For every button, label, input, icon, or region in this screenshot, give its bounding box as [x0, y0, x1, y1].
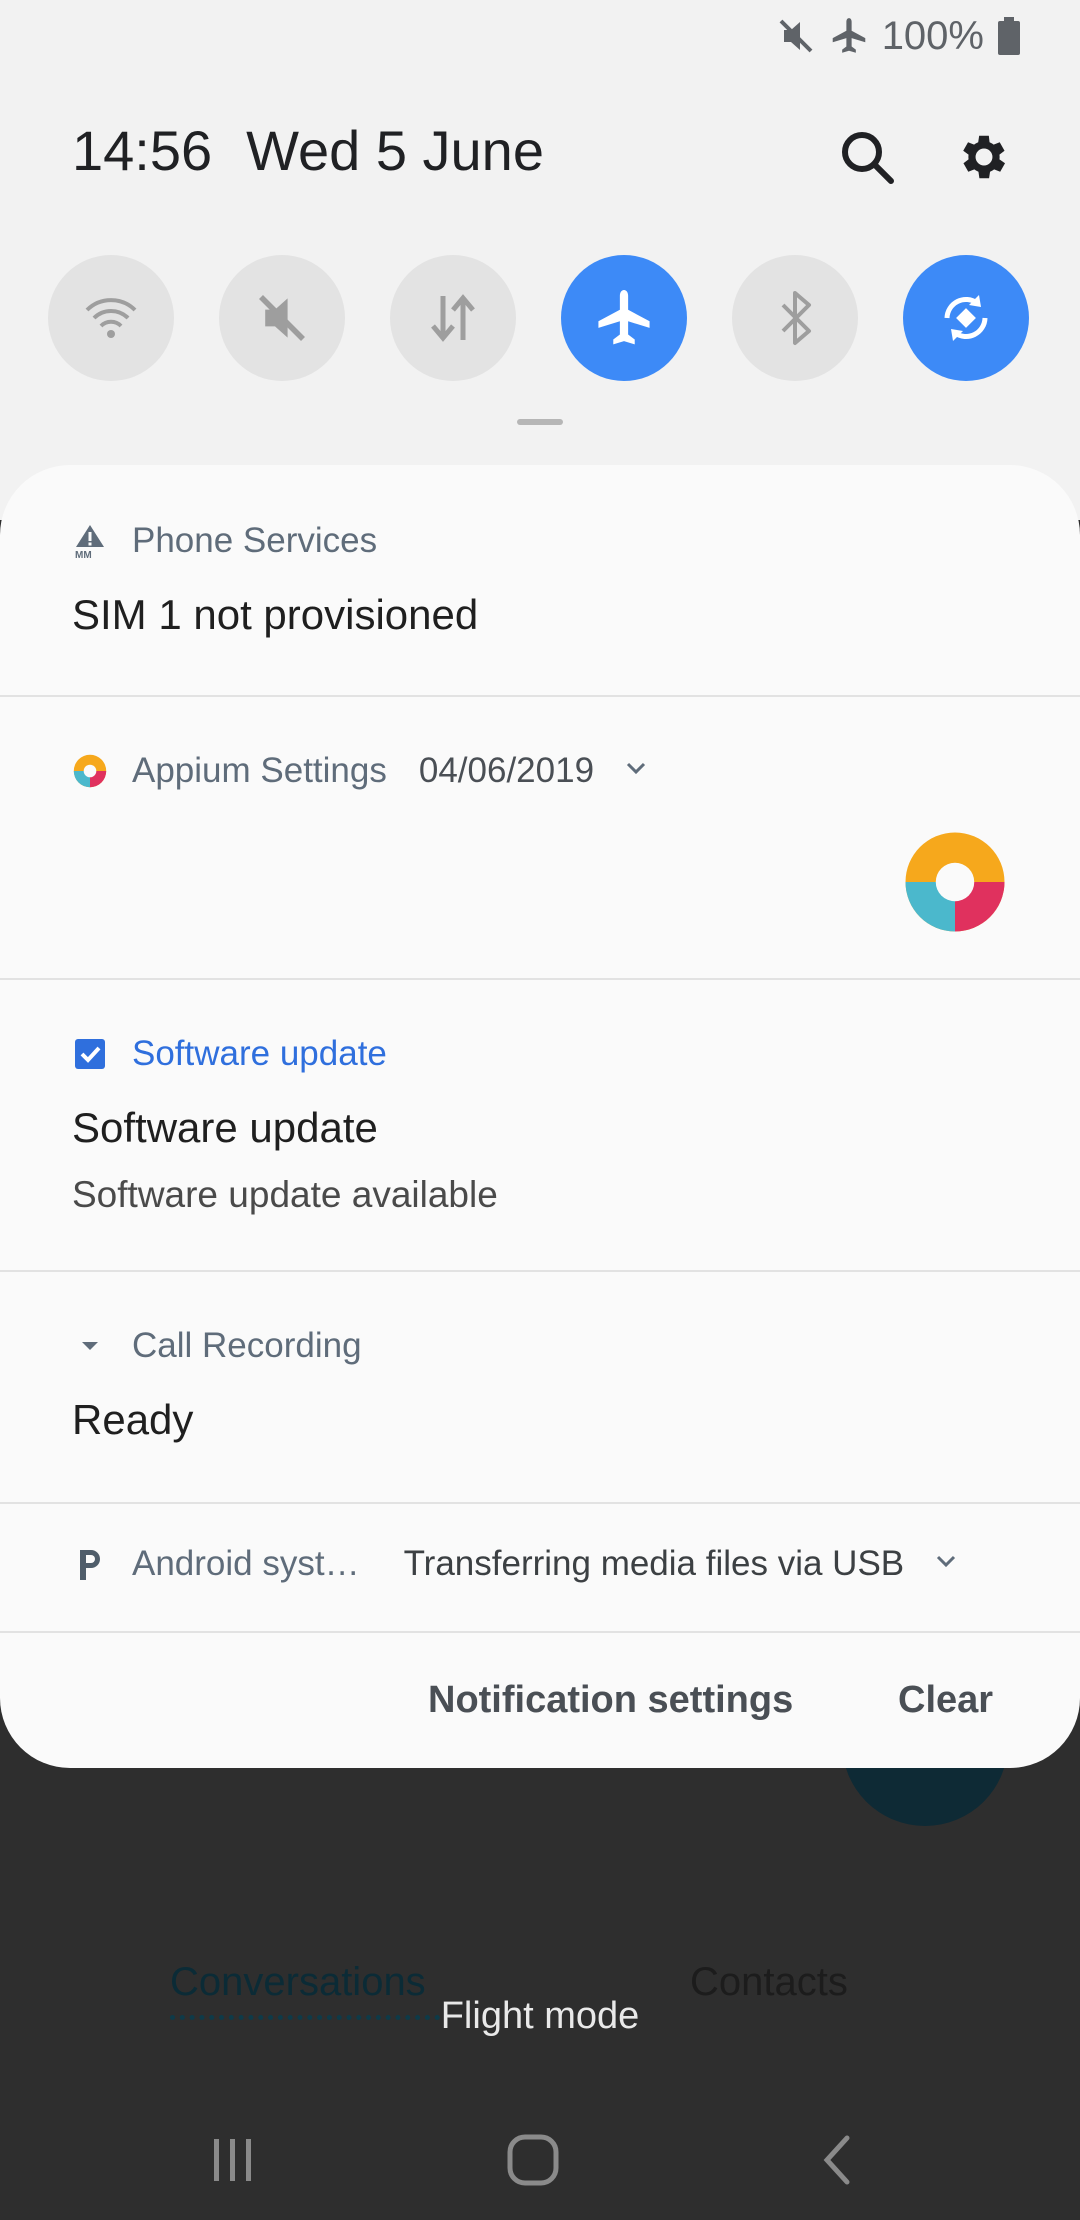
home-icon: [507, 2134, 559, 2186]
settings-button[interactable]: [949, 122, 1019, 192]
notification-title: Software update: [72, 1104, 378, 1151]
expand-button[interactable]: [622, 751, 650, 791]
notification-title: SIM 1 not provisioned: [72, 591, 479, 638]
expand-button[interactable]: [932, 1544, 960, 1584]
bluetooth-tile[interactable]: [732, 255, 858, 381]
app-name: Software update: [132, 1034, 387, 1073]
clock: 14:56: [72, 119, 213, 182]
quick-settings-tiles: [48, 255, 1029, 381]
android-system-notification[interactable]: Android syst… Transferring media files v…: [0, 1502, 1080, 1633]
app-name: Appium Settings: [132, 751, 387, 790]
phone-services-notification[interactable]: MM Phone Services SIM 1 not provisioned: [0, 465, 1080, 697]
app-name: Android syst…: [132, 1544, 360, 1583]
call-recording-notification[interactable]: Call Recording Ready: [0, 1270, 1080, 1504]
battery-icon: [998, 17, 1020, 55]
notification-header: Call Recording: [72, 1326, 362, 1366]
date-time: 14:56 Wed 5 June: [72, 118, 544, 183]
checkbox-icon: [72, 1036, 108, 1072]
notification-time: 04/06/2019: [418, 751, 595, 790]
airplane-icon: [598, 289, 650, 345]
search-button[interactable]: [832, 122, 902, 192]
home-button[interactable]: [488, 2122, 578, 2198]
app-name: Phone Services: [132, 521, 378, 560]
mute-icon: [259, 295, 305, 341]
notification-list: MM Phone Services SIM 1 not provisioned …: [0, 465, 1080, 1768]
android-system-icon: [72, 1546, 108, 1582]
recents-button[interactable]: [188, 2122, 278, 2198]
auto-rotate-tile[interactable]: [903, 255, 1029, 381]
caret-down-icon: [72, 1328, 108, 1364]
notification-header: Appium Settings 04/06/2019: [72, 751, 650, 791]
notification-header: MM Phone Services: [72, 521, 377, 561]
mobile-data-tile[interactable]: [390, 255, 516, 381]
appium-icon: [72, 753, 108, 789]
clear-button[interactable]: Clear: [898, 1679, 993, 1722]
mute-icon: [779, 19, 813, 53]
app-name: Call Recording: [132, 1326, 362, 1365]
navigation-bar: [0, 2100, 1080, 2220]
notification-text: Software update available: [72, 1174, 498, 1215]
notification-text: Transferring media files via USB: [403, 1544, 905, 1583]
wifi-tile[interactable]: [48, 255, 174, 381]
appium-large-icon: [900, 827, 1010, 942]
notification-settings-button[interactable]: Notification settings: [428, 1679, 793, 1722]
notification-title: Ready: [72, 1396, 194, 1443]
notification-footer: Notification settings Clear: [0, 1631, 1080, 1768]
notification-header: Android syst… Transferring media files v…: [72, 1544, 960, 1584]
phone-services-icon: MM: [72, 523, 108, 559]
chevron-down-icon: [937, 1555, 956, 1568]
airplane-icon: [832, 18, 865, 53]
appium-settings-notification[interactable]: Appium Settings 04/06/2019: [0, 695, 1080, 980]
svg-text:MM: MM: [75, 550, 92, 559]
flight-mode-tile[interactable]: [561, 255, 687, 381]
recents-icon: [214, 2139, 251, 2181]
search-icon: [842, 132, 894, 184]
wifi-icon: [85, 298, 137, 338]
chevron-down-icon: [626, 762, 646, 775]
quick-panel: 100% 14:56 Wed 5 June: [0, 0, 1080, 520]
battery-level: 100%: [881, 13, 984, 58]
software-update-notification[interactable]: Software update Software update Software…: [0, 978, 1080, 1272]
sound-tile[interactable]: [219, 255, 345, 381]
notification-header: Software update: [72, 1034, 387, 1074]
status-bar: 100%: [776, 0, 1080, 72]
data-arrows-icon: [431, 294, 475, 342]
date: Wed 5 June: [246, 119, 544, 182]
back-button[interactable]: [792, 2122, 882, 2198]
gear-icon: [963, 135, 1006, 179]
back-icon: [823, 2135, 850, 2185]
rotate-icon: [944, 295, 988, 341]
bluetooth-icon: [781, 291, 811, 345]
flight-mode-toast: Flight mode: [440, 1995, 640, 2037]
panel-handle[interactable]: [517, 419, 563, 425]
